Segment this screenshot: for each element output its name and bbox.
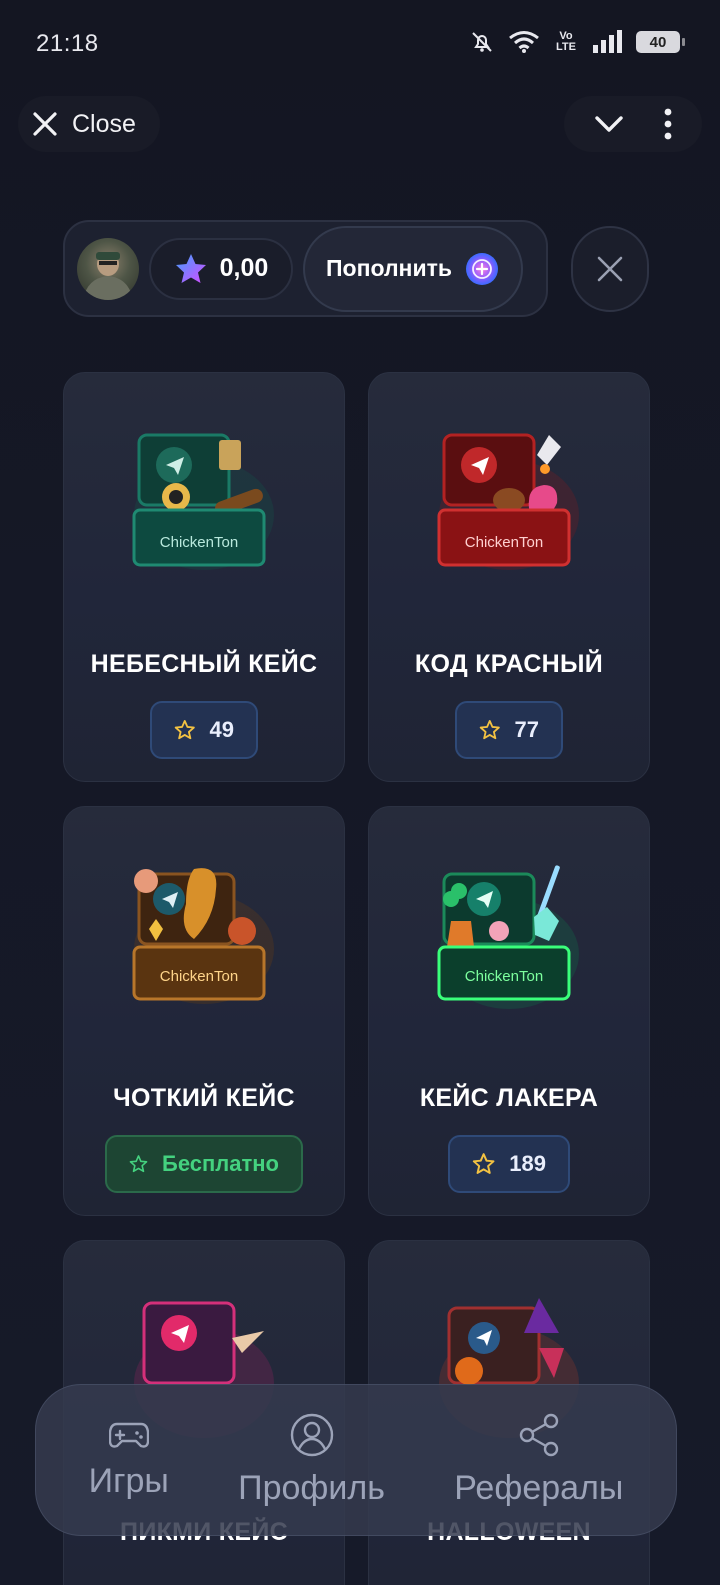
close-label: Close bbox=[72, 109, 136, 138]
nav-referrals[interactable]: Рефералы bbox=[454, 1413, 623, 1508]
status-bar: 21:18 Vo LTE 40 bbox=[0, 0, 720, 90]
case-name: НЕБЕСНЫЙ КЕЙС bbox=[90, 650, 318, 678]
star-icon bbox=[472, 1153, 495, 1174]
signal-icon bbox=[593, 30, 622, 53]
nav-profile[interactable]: Профиль bbox=[238, 1413, 385, 1508]
star-icon bbox=[479, 719, 500, 740]
case-card[interactable]: ChickenTon ЧОТКИЙ КЕЙС Бесплатно bbox=[63, 806, 345, 1216]
status-icons: Vo LTE 40 bbox=[470, 30, 685, 54]
case-brand-text: ChickenTon bbox=[465, 534, 543, 551]
nav-games[interactable]: Игры bbox=[89, 1420, 169, 1501]
balance-value: 0,00 bbox=[219, 254, 269, 282]
case-name: ЧОТКИЙ КЕЙС bbox=[113, 1084, 295, 1112]
wallet-bar: 0,00 Пополнить bbox=[63, 220, 548, 317]
profile-icon bbox=[290, 1413, 333, 1456]
case-price-button[interactable]: 49 bbox=[150, 701, 258, 759]
app-page: 21:18 Vo LTE 40 Close 0,00 Пополнить Chi… bbox=[0, 0, 720, 1585]
case-card[interactable]: ChickenTon НЕБЕСНЫЙ КЕЙС 49 bbox=[63, 372, 345, 782]
case-price: 189 bbox=[509, 1151, 546, 1176]
case-price-button[interactable]: 189 bbox=[448, 1135, 570, 1193]
volte-indicator: Vo LTE bbox=[556, 30, 576, 53]
wifi-icon bbox=[509, 31, 539, 53]
mute-icon bbox=[472, 32, 492, 52]
case-chest-image-icon: ChickenTon bbox=[132, 433, 274, 570]
avatar[interactable] bbox=[77, 237, 139, 300]
case-price-button[interactable]: Бесплатно bbox=[105, 1135, 303, 1193]
share-icon bbox=[519, 1413, 558, 1456]
close-icon bbox=[597, 256, 623, 282]
case-price: 49 bbox=[209, 717, 234, 742]
case-price: Бесплатно bbox=[162, 1151, 279, 1176]
topup-label: Пополнить bbox=[326, 255, 452, 281]
case-chest-image-icon: ChickenTon bbox=[132, 868, 274, 1004]
nav-profile-label: Профиль bbox=[238, 1468, 385, 1507]
star-icon bbox=[129, 1155, 148, 1173]
wallet-close-button[interactable] bbox=[571, 226, 649, 312]
nav-games-label: Игры bbox=[88, 1461, 169, 1500]
header-actions bbox=[564, 96, 702, 152]
plus-orb-icon bbox=[466, 252, 498, 285]
case-card[interactable]: ChickenTon КОД КРАСНЫЙ 77 bbox=[368, 372, 650, 782]
case-name: КОД КРАСНЫЙ bbox=[414, 650, 604, 678]
case-brand-text: ChickenTon bbox=[160, 534, 238, 551]
case-card[interactable]: ChickenTon КЕЙС ЛАКЕРА 189 bbox=[368, 806, 650, 1216]
topup-button[interactable]: Пополнить bbox=[303, 225, 523, 312]
case-chest-image-icon: ChickenTon bbox=[437, 865, 579, 1009]
case-brand-text: ChickenTon bbox=[465, 968, 543, 985]
chevron-down-icon[interactable] bbox=[594, 114, 624, 134]
close-icon bbox=[33, 112, 57, 136]
close-button[interactable]: Close bbox=[18, 96, 160, 152]
case-chest-image-icon: ChickenTon bbox=[437, 433, 579, 570]
battery-indicator: 40 bbox=[636, 31, 685, 53]
nav-referrals-label: Рефералы bbox=[454, 1468, 624, 1507]
balance-pill[interactable]: 0,00 bbox=[149, 237, 293, 300]
case-price: 77 bbox=[514, 717, 539, 742]
case-name: КЕЙС ЛАКЕРА bbox=[419, 1084, 599, 1112]
star-balance-icon bbox=[175, 253, 206, 283]
case-price-button[interactable]: 77 bbox=[455, 701, 563, 759]
status-time: 21:18 bbox=[36, 30, 99, 57]
avatar-image-icon bbox=[83, 251, 133, 300]
gamepad-icon bbox=[108, 1422, 149, 1448]
bottom-nav: Игры Профиль Рефералы bbox=[35, 1384, 677, 1536]
case-brand-text: ChickenTon bbox=[160, 968, 238, 985]
star-icon bbox=[174, 719, 195, 740]
more-vertical-icon[interactable] bbox=[663, 108, 673, 140]
